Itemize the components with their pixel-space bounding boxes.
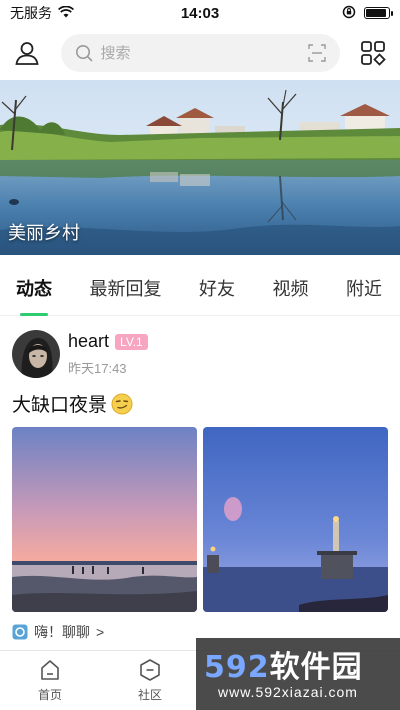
tab-friends[interactable]: 好友: [199, 262, 235, 316]
chevron-right-icon: >: [96, 624, 105, 640]
nav-community-label: 社区: [137, 688, 162, 702]
search-input[interactable]: [100, 44, 300, 62]
battery-icon: [364, 7, 393, 19]
topic-icon: [12, 624, 28, 640]
smirk-emoji-icon: [111, 393, 133, 414]
nav-home-label: 首页: [37, 688, 62, 702]
battery-fill: [366, 9, 386, 17]
banner-caption: 美丽乡村: [8, 223, 80, 243]
banner[interactable]: 美丽乡村: [0, 80, 400, 255]
post-text: 大缺口夜景: [12, 390, 388, 417]
topic-label: 嗨！聊聊: [34, 624, 90, 640]
watermark-logo: 592软件园: [204, 642, 363, 686]
search-box[interactable]: [60, 34, 340, 72]
post-photo[interactable]: [12, 427, 197, 612]
tab-bar: 动态 最新回复 好友 视频 附近: [0, 262, 400, 316]
status-bar: 无服务 14:03: [0, 0, 400, 26]
watermark-url: www.592xiazai.com: [218, 684, 358, 700]
avatar[interactable]: [12, 330, 60, 378]
scan-icon[interactable]: [307, 44, 326, 62]
post-card[interactable]: heart LV.1 昨天17:43 大缺口夜景 嗨！聊聊 >: [0, 316, 400, 650]
status-right: [342, 5, 393, 22]
user-icon: [15, 42, 39, 65]
watermark-cn: 软件园: [269, 650, 363, 685]
post-photo[interactable]: [203, 427, 388, 612]
post-text-content: 大缺口夜景: [12, 395, 108, 416]
profile-button[interactable]: [12, 37, 43, 69]
user-line: heart LV.1: [68, 331, 148, 352]
tab-videos[interactable]: 视频: [273, 262, 309, 316]
post-meta: heart LV.1 昨天17:43: [68, 331, 148, 377]
apps-icon: [360, 41, 386, 66]
carrier-label: 无服务: [10, 5, 52, 21]
post-header: heart LV.1 昨天17:43: [12, 328, 388, 380]
header: [0, 26, 400, 80]
nav-community[interactable]: 社区: [100, 651, 200, 710]
watermark-number: 592: [204, 650, 270, 685]
tab-nearby[interactable]: 附近: [346, 262, 382, 316]
username[interactable]: heart: [68, 331, 109, 352]
wifi-icon: [57, 5, 75, 21]
home-icon: [41, 660, 59, 680]
community-icon: [140, 659, 160, 681]
post-time: 昨天17:43: [68, 361, 127, 376]
tab-feed[interactable]: 动态: [16, 262, 52, 316]
tab-latest-replies[interactable]: 最新回复: [90, 262, 162, 316]
nav-home[interactable]: 首页: [0, 651, 100, 710]
post-photos: [12, 427, 388, 612]
rotation-lock-icon: [342, 5, 356, 22]
search-icon: [75, 45, 92, 62]
level-badge: LV.1: [115, 333, 148, 350]
site-watermark: 592软件园 www.592xiazai.com: [196, 638, 400, 710]
apps-button[interactable]: [358, 37, 389, 69]
status-left: 无服务: [10, 3, 75, 23]
